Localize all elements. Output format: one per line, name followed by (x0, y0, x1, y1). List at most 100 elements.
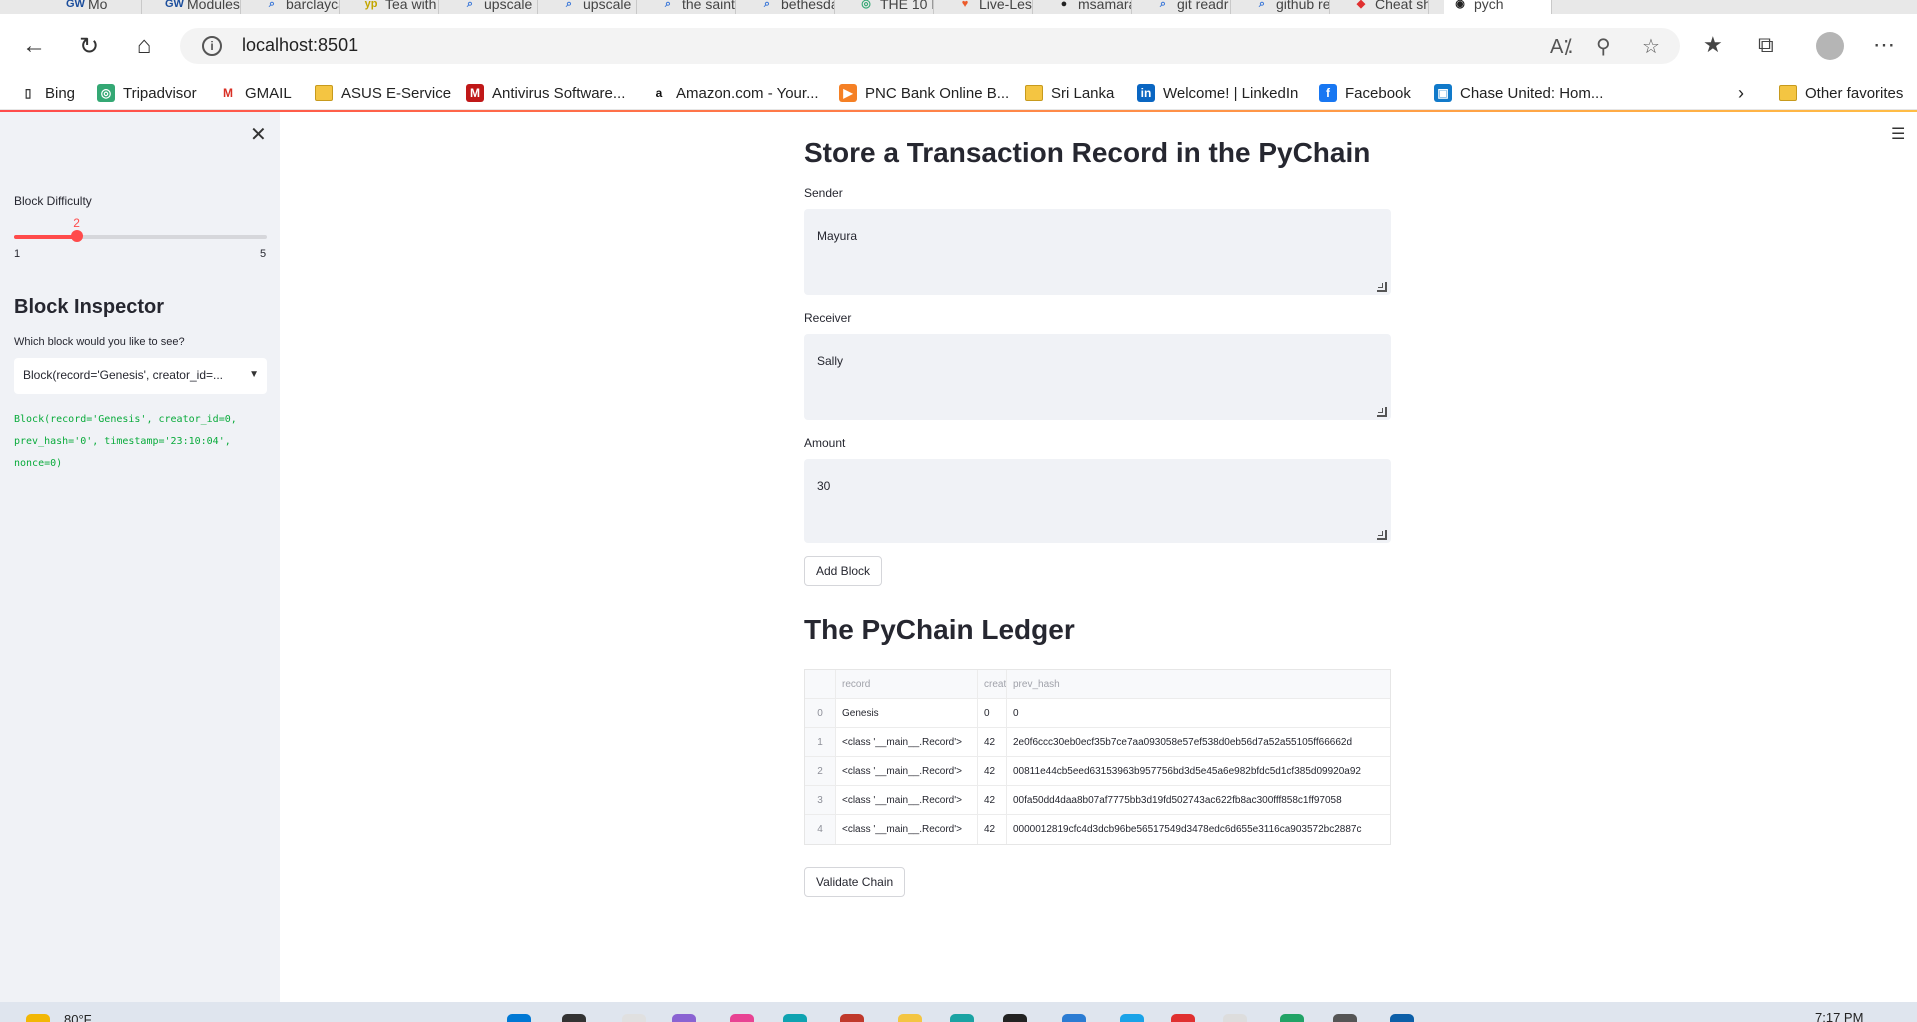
add-favorite-icon[interactable]: ☆ (1642, 34, 1660, 59)
table-cell[interactable]: <class '__main__.Record'> (836, 757, 978, 785)
table-row[interactable]: 2 <class '__main__.Record'> 42 00811e44cb5e… (805, 757, 1390, 786)
validate-chain-button[interactable]: Validate Chain (804, 867, 906, 897)
column-header[interactable] (805, 670, 836, 698)
add-block-button[interactable]: Add Block (804, 556, 883, 586)
bookmark-item[interactable]: ▶ PNC Bank Online B... (839, 83, 1009, 103)
table-cell[interactable]: 0 (978, 699, 1007, 727)
table-cell[interactable]: 42 (978, 786, 1007, 814)
bookmark-item[interactable]: Sri Lanka (1025, 83, 1114, 103)
browser-tab[interactable]: ⌕ upscale (553, 0, 637, 14)
favorites-icon[interactable]: ★ (1703, 32, 1723, 58)
browser-tab[interactable]: ⌕ the saint (652, 0, 736, 14)
taskbar-app-icon[interactable] (562, 1014, 586, 1022)
other-favorites-folder[interactable]: Other favorites (1779, 83, 1903, 103)
browser-tab[interactable]: ⌕ bethesda (751, 0, 835, 14)
taskbar-app-icon[interactable] (1223, 1014, 1247, 1022)
more-menu-icon[interactable]: ⋯ (1873, 32, 1895, 58)
home-icon[interactable]: ⌂ (126, 28, 162, 64)
table-cell[interactable]: <class '__main__.Record'> (836, 815, 978, 844)
table-row[interactable]: 3 <class '__main__.Record'> 42 00fa50dd4daa… (805, 786, 1390, 815)
weather-icon[interactable] (26, 1014, 50, 1022)
url-box[interactable]: i localhost:8501 A⁒ ⚲ ☆ (180, 28, 1680, 64)
read-aloud-icon[interactable]: A⁒ (1550, 34, 1572, 59)
taskbar-app-icon[interactable] (1390, 1014, 1414, 1022)
resize-grip-icon[interactable] (1377, 407, 1387, 417)
browser-tab[interactable]: GW Mo (58, 0, 142, 14)
bookmark-item[interactable]: ▯ Bing (19, 83, 75, 103)
resize-grip-icon[interactable] (1377, 282, 1387, 292)
row-index[interactable]: 3 (805, 786, 836, 814)
table-cell[interactable]: 42 (978, 757, 1007, 785)
table-cell[interactable]: 0000012819cfc4d3dcb96be56517549d3478edc6… (1007, 815, 1390, 844)
back-icon[interactable]: ← (16, 28, 52, 64)
column-header[interactable]: creat (978, 670, 1007, 698)
taskbar-app-icon[interactable] (1120, 1014, 1144, 1022)
profile-avatar[interactable] (1816, 32, 1844, 60)
browser-tab[interactable]: ⌕ git readr (1147, 0, 1231, 14)
collections-icon[interactable]: ⧉ (1758, 32, 1774, 58)
browser-tab[interactable]: ● msamara (1048, 0, 1132, 14)
table-row[interactable]: 1 <class '__main__.Record'> 42 2e0f6ccc30eb… (805, 728, 1390, 757)
browser-tab[interactable]: yp Tea with (355, 0, 439, 14)
bookmark-item[interactable]: M GMAIL (219, 83, 292, 103)
close-icon[interactable]: ✕ (250, 122, 267, 147)
table-cell[interactable]: 0 (1007, 699, 1390, 727)
hamburger-menu-icon[interactable]: ☰ (1891, 124, 1905, 144)
bookmark-item[interactable]: f Facebook (1319, 83, 1411, 103)
weather-readout[interactable]: 80°F (64, 1012, 92, 1022)
clock-readout[interactable]: 7:17 PM (1815, 1010, 1863, 1022)
table-cell[interactable]: <class '__main__.Record'> (836, 728, 978, 756)
taskbar-app-icon[interactable] (1280, 1014, 1304, 1022)
browser-tab[interactable]: ♥ Live-Less (949, 0, 1033, 14)
browser-tab[interactable]: ◎ THE 10 B (850, 0, 934, 14)
bookmark-item[interactable]: M Antivirus Software... (466, 83, 625, 103)
browser-tab[interactable]: ⌕ upscale (454, 0, 538, 14)
browser-tab[interactable]: ◉ pych (1444, 0, 1552, 14)
table-cell[interactable]: 42 (978, 815, 1007, 844)
difficulty-slider-track[interactable] (14, 235, 267, 239)
url-text[interactable]: localhost:8501 (242, 35, 358, 56)
taskbar-app-icon[interactable] (507, 1014, 531, 1022)
ledger-table[interactable]: record creat prev_hash 0 Genesis 0 0 1 <class '_… (804, 669, 1391, 845)
column-header[interactable]: prev_hash (1007, 670, 1390, 698)
taskbar-app-icon[interactable] (898, 1014, 922, 1022)
receiver-field[interactable]: Sally (804, 334, 1391, 420)
row-index[interactable]: 2 (805, 757, 836, 785)
bookmark-item[interactable]: in Welcome! | LinkedIn (1137, 83, 1298, 103)
row-index[interactable]: 0 (805, 699, 836, 727)
refresh-icon[interactable]: ↻ (71, 28, 107, 64)
browser-tab[interactable]: ◆ Cheat sh (1345, 0, 1429, 14)
column-header[interactable]: record (836, 670, 978, 698)
difficulty-slider-thumb[interactable] (71, 230, 84, 242)
zoom-out-icon[interactable]: ⚲ (1596, 34, 1611, 59)
browser-tab[interactable]: ⌕ barclayca (256, 0, 340, 14)
taskbar-app-icon[interactable] (1171, 1014, 1195, 1022)
bookmark-item[interactable]: ASUS E-Service (315, 83, 451, 103)
resize-grip-icon[interactable] (1377, 530, 1387, 540)
table-cell[interactable]: <class '__main__.Record'> (836, 786, 978, 814)
browser-tab[interactable]: ⌕ github re (1246, 0, 1330, 14)
taskbar-app-icon[interactable] (950, 1014, 974, 1022)
taskbar-app-icon[interactable] (1062, 1014, 1086, 1022)
row-index[interactable]: 4 (805, 815, 836, 844)
table-cell[interactable]: 42 (978, 728, 1007, 756)
taskbar-app-icon[interactable] (730, 1014, 754, 1022)
amount-field[interactable]: 30 (804, 459, 1391, 543)
bookmark-item[interactable]: a Amazon.com - Your... (650, 83, 819, 103)
table-cell[interactable]: 00fa50dd4daa8b07af7775bb3d19fd502743ac62… (1007, 786, 1390, 814)
row-index[interactable]: 1 (805, 728, 836, 756)
bookmark-item[interactable]: ◎ Tripadvisor (97, 83, 197, 103)
table-cell[interactable]: Genesis (836, 699, 978, 727)
browser-tab[interactable]: GW Modules (157, 0, 241, 14)
taskbar-app-icon[interactable] (840, 1014, 864, 1022)
taskbar-app-icon[interactable] (1333, 1014, 1357, 1022)
taskbar-app-icon[interactable] (783, 1014, 807, 1022)
block-select[interactable]: Block(record='Genesis', creator_id=... ▼ (14, 358, 267, 394)
bookmark-item[interactable]: ▣ Chase United: Hom... (1434, 83, 1603, 103)
site-info-icon[interactable]: i (202, 36, 222, 56)
taskbar-app-icon[interactable] (622, 1014, 646, 1022)
table-row[interactable]: 0 Genesis 0 0 (805, 699, 1390, 728)
table-cell[interactable]: 00811e44cb5eed63153963b957756bd3d5e45a6e… (1007, 757, 1390, 785)
table-cell[interactable]: 2e0f6ccc30eb0ecf35b7ce7aa093058e57ef538d… (1007, 728, 1390, 756)
taskbar-app-icon[interactable] (1003, 1014, 1027, 1022)
